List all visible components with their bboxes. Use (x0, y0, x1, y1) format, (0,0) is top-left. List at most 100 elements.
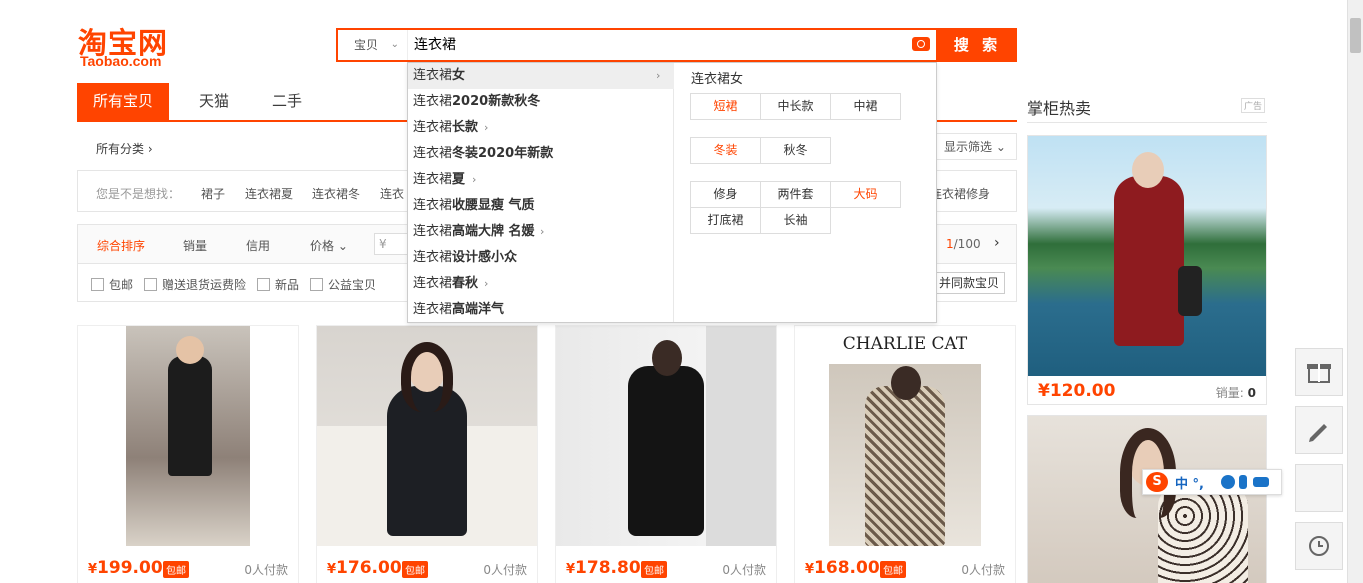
suggest-item-suffix: 长款 (452, 120, 479, 135)
attribute-chip[interactable]: 中裙 (830, 93, 901, 120)
suggest-item[interactable]: 连衣裙春秋 › (408, 271, 674, 297)
attribute-chip[interactable]: 大码 (830, 181, 901, 208)
scrollbar-thumb[interactable] (1350, 18, 1361, 53)
suggest-item[interactable]: 连衣裙设计感小众 (408, 245, 674, 271)
suggest-item[interactable]: 连衣裙夏 › (408, 167, 674, 193)
product-price: ¥120.00 (1038, 381, 1115, 401)
suggest-item-suffix: 女 (452, 68, 466, 83)
edit-icon[interactable] (1295, 406, 1343, 454)
ime-lang[interactable]: 中 °, (1175, 473, 1204, 492)
product-image[interactable] (1028, 136, 1266, 376)
search-suggest-dropdown: 连衣裙女 › 连衣裙2020新款秋冬 连衣裙长款 › 连衣裙冬装2020年新款 连衣… (407, 62, 937, 323)
sales-label: 销量: (1215, 386, 1244, 400)
search-button[interactable]: 搜 索 (938, 28, 1017, 62)
attribute-chip[interactable]: 秋冬 (760, 137, 831, 164)
divider (1027, 122, 1267, 123)
free-shipping-badge: 包邮 (163, 561, 189, 578)
suggest-link[interactable]: 连衣裙修身 (930, 185, 990, 202)
suggest-right-title: 连衣裙女 (691, 72, 744, 87)
suggest-item-suffix: 冬装2020年新款 (452, 146, 554, 161)
suggest-item[interactable]: 连衣裙高端大牌 名媛 › (408, 219, 674, 245)
attribute-chip[interactable]: 冬装 (690, 137, 761, 164)
price-value: 199.00 (97, 558, 163, 578)
product-card[interactable]: ¥176.00 包邮 0人付款 (316, 325, 538, 583)
gift-icon[interactable] (1295, 348, 1343, 396)
sort-default[interactable]: 综合排序 (97, 237, 145, 254)
sort-price[interactable]: 价格 ⌄ (310, 237, 348, 254)
product-image[interactable] (556, 326, 776, 546)
suggest-item[interactable]: 连衣裙冬装2020年新款 (408, 141, 674, 167)
ime-toolbar[interactable]: S 中 °, (1142, 469, 1282, 495)
suggest-item[interactable]: 连衣裙女 › (408, 63, 674, 89)
filter-free-shipping[interactable]: 包邮 (91, 276, 133, 293)
suggest-item-prefix: 连衣裙 (413, 94, 453, 109)
attribute-chip[interactable]: 打底裙 (690, 207, 761, 234)
sort-credit[interactable]: 信用 (246, 237, 270, 254)
suggest-item-suffix: 高端大牌 名媛 (452, 224, 535, 239)
currency-symbol: ¥ (88, 562, 98, 577)
paid-count: 0人付款 (722, 563, 766, 577)
merge-same-button[interactable]: 并同款宝贝 (933, 272, 1005, 294)
attribute-chip[interactable]: 短裙 (690, 93, 761, 120)
suggest-item-prefix: 连衣裙 (413, 172, 453, 187)
suggest-link[interactable]: 连衣 (380, 185, 404, 202)
taobao-logo-en[interactable]: Taobao.com (80, 53, 161, 69)
suggest-link[interactable]: 裙子 (201, 185, 225, 202)
paid-count: 0人付款 (483, 563, 527, 577)
suggest-item[interactable]: 连衣裙收腰显瘦 气质 (408, 193, 674, 219)
suggest-link[interactable]: 连衣裙夏 (245, 185, 293, 202)
chevron-right-icon: › (656, 69, 661, 82)
tab-secondhand[interactable]: 二手 (272, 83, 302, 120)
chevron-right-icon: › (540, 225, 545, 238)
price-value: 176.00 (336, 558, 402, 578)
currency-symbol: ¥ (327, 562, 337, 577)
show-filter-toggle[interactable]: 显示筛选 ⌄ (935, 133, 1017, 160)
product-card[interactable]: ¥199.00 包邮 0人付款 (77, 325, 299, 583)
tab-all-items[interactable]: 所有宝贝 (77, 83, 170, 120)
suggest-item[interactable]: 连衣裙2020新款秋冬 (408, 89, 674, 115)
product-card[interactable]: CHARLIE CAT ¥168.00 包邮 0人付款 (794, 325, 1016, 583)
tab-tmall[interactable]: 天猫 (199, 83, 229, 120)
sogou-logo: S (1146, 472, 1168, 492)
sort-sales[interactable]: 销量 (183, 237, 207, 254)
next-page-icon[interactable]: › (994, 235, 1000, 251)
suggest-item-suffix: 春秋 (452, 276, 479, 291)
clock-icon[interactable] (1295, 522, 1343, 570)
attribute-chip[interactable]: 中长款 (760, 93, 831, 120)
attribute-chip[interactable]: 两件套 (760, 181, 831, 208)
suggest-item-prefix: 连衣裙 (413, 302, 453, 317)
price-value: 168.00 (814, 558, 880, 578)
attribute-chip[interactable]: 修身 (690, 181, 761, 208)
product-image[interactable] (1028, 416, 1266, 583)
product-card[interactable]: ¥178.80 包邮 0人付款 (555, 325, 777, 583)
suggest-item[interactable]: 连衣裙高端洋气 (408, 297, 674, 323)
search-input[interactable]: 连衣裙 (414, 30, 456, 60)
sales-value: 0 (1247, 386, 1256, 400)
product-image[interactable] (317, 326, 537, 546)
suggest-link[interactable]: 连衣裙冬 (312, 185, 360, 202)
search-type-select[interactable]: 宝贝 ⌄ (338, 30, 408, 60)
keyboard-icon[interactable] (1253, 477, 1269, 487)
emoji-icon[interactable] (1221, 475, 1235, 489)
page-indicator: 1/100 (946, 237, 981, 251)
filter-new[interactable]: 新品 (257, 276, 299, 293)
attribute-chip[interactable]: 长袖 (760, 207, 831, 234)
hot-sale-item[interactable] (1027, 415, 1267, 583)
price-value: 120.00 (1049, 381, 1116, 401)
breadcrumb-all-categories[interactable]: 所有分类 › (96, 140, 153, 157)
hot-sale-item[interactable]: ¥120.00 销量: 0 (1027, 135, 1267, 405)
chevron-down-icon: ⌄ (390, 39, 399, 50)
mic-icon[interactable] (1239, 475, 1247, 489)
vertical-scrollbar[interactable] (1347, 0, 1363, 583)
filter-return-insurance[interactable]: 赠送退货运费险 (144, 276, 246, 293)
suggest-item-prefix: 连衣裙 (413, 198, 453, 213)
suggest-item[interactable]: 连衣裙长款 › (408, 115, 674, 141)
more-icon[interactable] (1295, 464, 1343, 512)
free-shipping-badge: 包邮 (880, 561, 906, 578)
camera-icon[interactable] (912, 37, 930, 51)
product-image[interactable] (78, 326, 298, 546)
product-image[interactable]: CHARLIE CAT (795, 326, 1015, 546)
price-min-input[interactable]: ¥ (374, 233, 410, 255)
filter-charity[interactable]: 公益宝贝 (310, 276, 376, 293)
chevron-right-icon: › (472, 173, 477, 186)
